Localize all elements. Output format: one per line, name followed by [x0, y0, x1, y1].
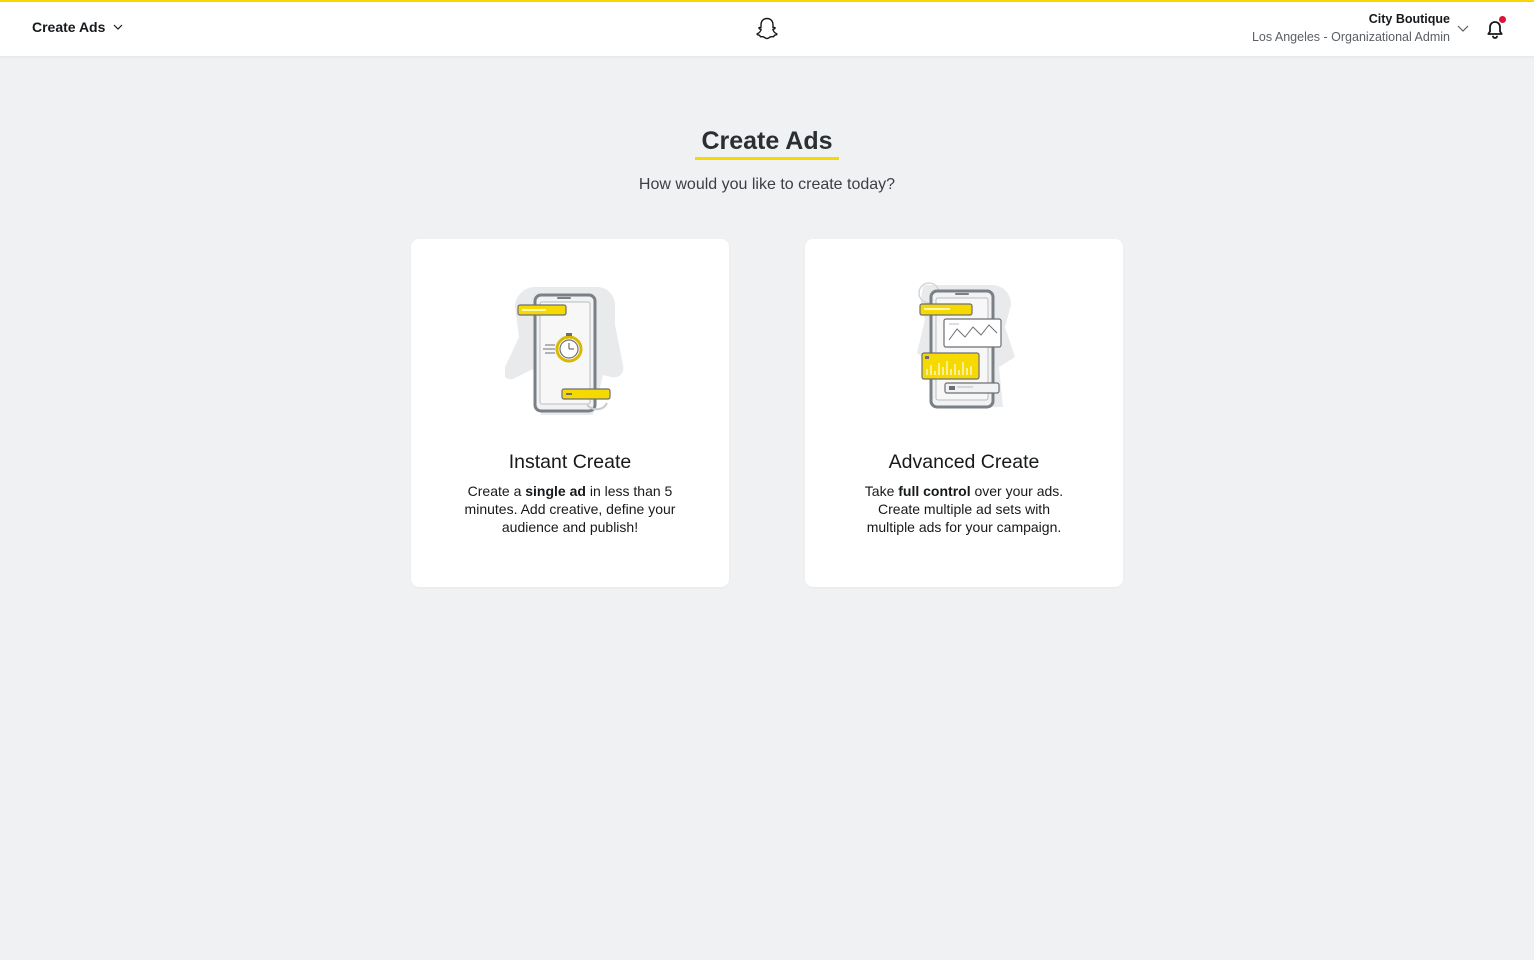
notification-bell-icon[interactable]	[1486, 20, 1504, 40]
instant-create-title: Instant Create	[508, 451, 632, 473]
snapchat-ghost-logo[interactable]	[754, 16, 780, 42]
create-ads-menu[interactable]: Create Ads	[32, 19, 123, 35]
account-name: City Boutique	[1368, 12, 1450, 26]
advanced-create-description: Take full control over your ads. Create …	[864, 483, 1064, 535]
advanced-create-title: Advanced Create	[888, 451, 1040, 473]
phone-stopwatch-illustration	[505, 287, 624, 415]
advanced-create-card[interactable]: Advanced Create Take full control over y…	[805, 239, 1123, 587]
chevron-down-icon	[113, 24, 123, 30]
account-chevron-down-icon[interactable]	[1457, 23, 1469, 33]
page-title: Create Ads	[695, 126, 839, 160]
instant-create-card[interactable]: Instant Create Create a single ad in les…	[411, 239, 729, 587]
notification-badge-dot	[1499, 16, 1506, 23]
page-title-wrap: Create Ads	[0, 126, 1534, 160]
instant-create-description: Create a single ad in less than 5 minute…	[464, 483, 676, 535]
top-navigation-bar: Create Ads City Boutique Los Angeles - O…	[0, 2, 1534, 56]
account-switcher[interactable]: City Boutique Los Angeles - Organization…	[1252, 11, 1450, 46]
page-subtitle: How would you like to create today?	[638, 176, 896, 193]
phone-analytics-illustration	[917, 282, 1015, 409]
account-role: Los Angeles - Organizational Admin	[1251, 30, 1450, 44]
create-ads-menu-label: Create Ads	[32, 19, 106, 35]
